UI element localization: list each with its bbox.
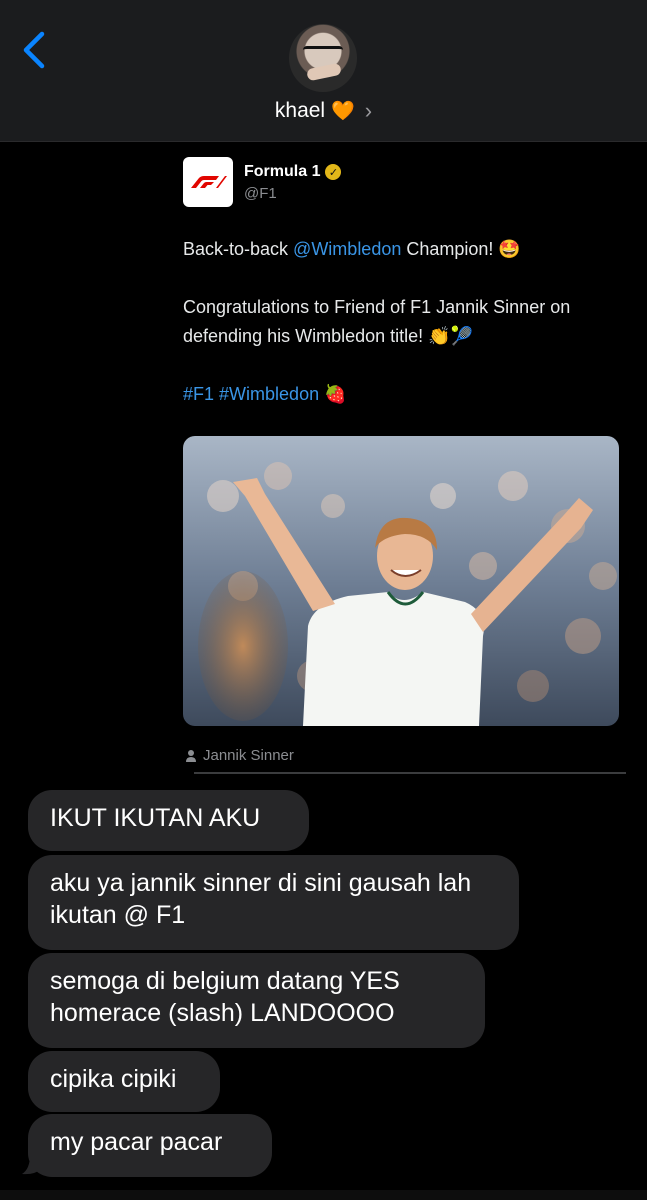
tweet-author-handle: @F1 xyxy=(244,185,277,202)
contact-name-row[interactable]: khael 🧡 › xyxy=(0,96,647,126)
avatar-hand xyxy=(306,62,342,82)
tweet-author-row: Formula 1 ✓ xyxy=(244,163,342,181)
f1-logo-icon xyxy=(183,157,233,207)
shared-tweet-card[interactable]: Formula 1 ✓ @F1 Back-to-back @Wimbledon … xyxy=(163,143,631,774)
tennis-player-photo xyxy=(183,436,619,726)
photo-tag-name: Jannik Sinner xyxy=(203,747,294,764)
bubble-tail-icon xyxy=(22,1155,42,1175)
orange-heart-emoji: 🧡 xyxy=(331,101,355,122)
back-button[interactable] xyxy=(18,28,52,72)
message-text: aku ya jannik sinner di sini gausah lah … xyxy=(50,869,472,929)
message-text: cipika cipiki xyxy=(50,1065,177,1093)
tweet-text: Back-to-back @Wimbledon Champion! 🤩 Cong… xyxy=(183,235,623,409)
tweet-line-1: Back-to-back @Wimbledon Champion! 🤩 xyxy=(183,239,521,259)
message-bubble[interactable]: aku ya jannik sinner di sini gausah lah … xyxy=(28,855,519,950)
verified-badge-icon: ✓ xyxy=(325,164,342,180)
person-icon xyxy=(186,749,196,762)
message-bubble[interactable]: semoga di belgium datang YES homerace (s… xyxy=(28,953,485,1048)
tweet-line-2: Congratulations to Friend of F1 Jannik S… xyxy=(183,297,571,346)
message-text: IKUT IKUTAN AKU xyxy=(50,804,261,832)
contact-avatar[interactable] xyxy=(289,24,357,92)
contact-name: khael xyxy=(274,99,326,122)
wimbledon-mention-link[interactable]: @Wimbledon xyxy=(293,239,401,259)
avatar-glasses xyxy=(303,46,343,59)
message-text: semoga di belgium datang YES homerace (s… xyxy=(50,967,400,1027)
tweet-author-name: Formula 1 xyxy=(244,163,321,180)
tweet-photo[interactable] xyxy=(183,436,619,726)
chevron-left-icon xyxy=(23,31,45,69)
bottom-edge xyxy=(0,1190,647,1200)
message-bubble[interactable]: my pacar pacar xyxy=(28,1114,272,1177)
tweet-card-divider xyxy=(194,772,626,774)
hashtag-f1-link[interactable]: #F1 xyxy=(183,384,214,404)
chat-header: khael 🧡 › xyxy=(0,0,647,142)
tweet-hashtags: #F1 #Wimbledon 🍓 xyxy=(183,380,623,409)
chevron-right-icon: › xyxy=(364,98,373,123)
message-text: my pacar pacar xyxy=(50,1128,223,1156)
photo-tag-row[interactable]: Jannik Sinner xyxy=(185,747,294,764)
hashtag-wimbledon-link[interactable]: #Wimbledon xyxy=(219,384,319,404)
strawberry-emoji: 🍓 xyxy=(324,384,347,404)
message-bubble[interactable]: cipika cipiki xyxy=(28,1051,220,1112)
message-bubble[interactable]: IKUT IKUTAN AKU xyxy=(28,790,309,851)
